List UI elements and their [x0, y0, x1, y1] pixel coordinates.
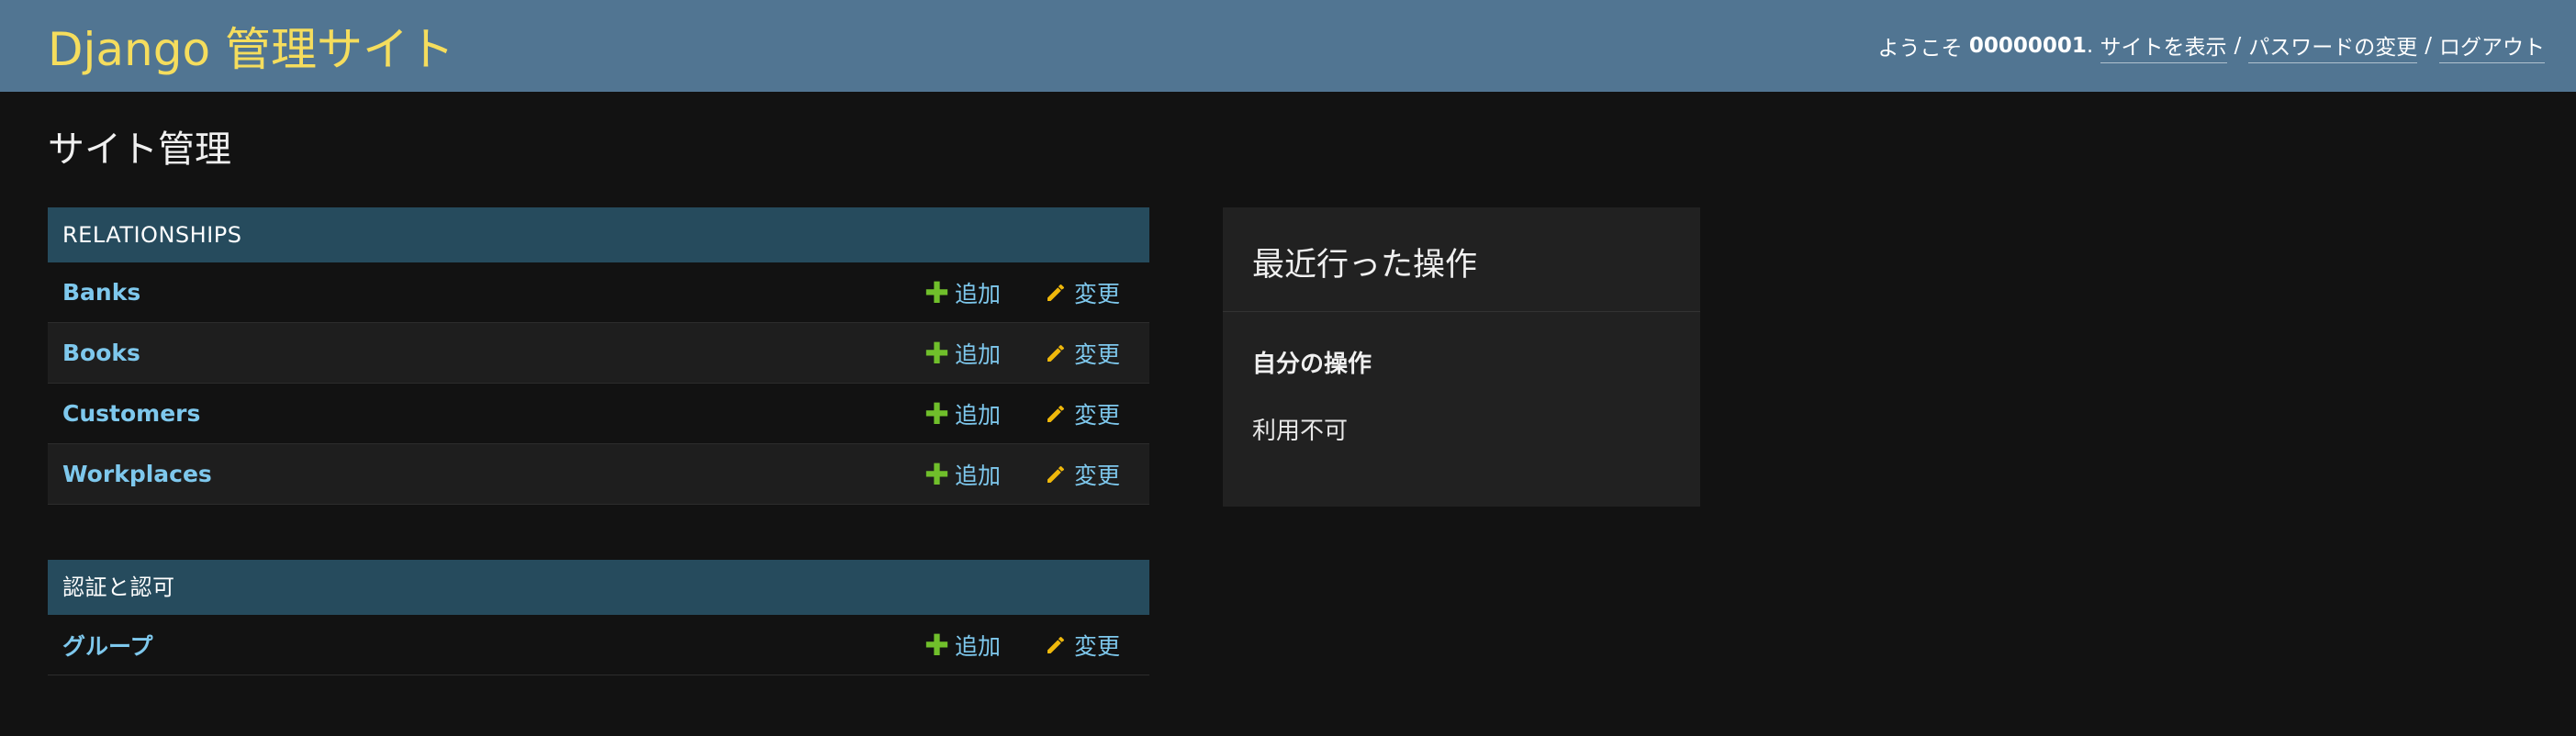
change-button[interactable]: 変更 — [1045, 397, 1120, 430]
add-label: 追加 — [954, 280, 1001, 307]
site-brand[interactable]: Django 管理サイト — [48, 13, 454, 79]
pencil-icon — [1047, 636, 1064, 653]
pencil-icon — [1047, 284, 1064, 301]
separator: / — [2425, 34, 2432, 58]
change-label: 変更 — [1073, 340, 1120, 368]
plus-icon: ✚ — [924, 456, 949, 492]
main-content: サイト管理 RELATIONSHIPS Banks ✚ 追加 変更 Books … — [0, 92, 2576, 730]
add-button[interactable]: ✚ 追加 — [924, 397, 1001, 430]
app-module-relationships: RELATIONSHIPS Banks ✚ 追加 変更 Books ✚ 追加 変… — [48, 207, 1149, 505]
row-actions: ✚ 追加 変更 — [924, 397, 1120, 430]
plus-icon: ✚ — [924, 335, 949, 371]
change-button[interactable]: 変更 — [1045, 629, 1120, 662]
change-password-link[interactable]: パスワードの変更 — [2248, 29, 2418, 63]
logout-link[interactable]: ログアウト — [2439, 29, 2545, 63]
pencil-icon — [1047, 344, 1064, 362]
site-header: Django 管理サイト ようこそ 00000001 . サイトを表示 / パス… — [0, 0, 2576, 92]
my-actions-heading: 自分の操作 — [1252, 351, 1372, 378]
model-link-workplaces[interactable]: Workplaces — [62, 461, 212, 487]
model-link-books[interactable]: Books — [62, 340, 140, 366]
add-label: 追加 — [954, 462, 1001, 489]
pencil-icon — [1047, 465, 1064, 483]
change-button[interactable]: 変更 — [1045, 337, 1120, 370]
page-title: サイト管理 — [48, 128, 231, 171]
app-list: RELATIONSHIPS Banks ✚ 追加 変更 Books ✚ 追加 変… — [48, 207, 1149, 730]
recent-actions-empty: 利用不可 — [1252, 418, 1349, 445]
plus-icon: ✚ — [924, 274, 949, 310]
add-label: 追加 — [954, 632, 1001, 660]
username: 00000001 — [1968, 34, 2087, 58]
change-button[interactable]: 変更 — [1045, 276, 1120, 309]
app-module-auth: 認証と認可 グループ ✚ 追加 変更 — [48, 560, 1149, 675]
change-label: 変更 — [1073, 280, 1120, 307]
add-label: 追加 — [954, 340, 1001, 368]
add-button[interactable]: ✚ 追加 — [924, 337, 1001, 370]
change-label: 変更 — [1073, 401, 1120, 429]
pencil-icon — [1047, 405, 1064, 422]
plus-icon: ✚ — [924, 627, 949, 663]
change-button[interactable]: 変更 — [1045, 458, 1120, 491]
row-actions: ✚ 追加 変更 — [924, 276, 1120, 309]
welcome-text: ようこそ — [1877, 37, 1963, 61]
add-label: 追加 — [954, 401, 1001, 429]
add-button[interactable]: ✚ 追加 — [924, 458, 1001, 491]
plus-icon: ✚ — [924, 396, 949, 431]
welcome-punct: . — [2086, 34, 2094, 58]
model-link-groups[interactable]: グループ — [62, 629, 153, 662]
change-label: 変更 — [1073, 632, 1120, 660]
model-link-customers[interactable]: Customers — [62, 400, 200, 427]
module-caption[interactable]: RELATIONSHIPS — [48, 207, 1149, 262]
view-site-link[interactable]: サイトを表示 — [2100, 29, 2227, 63]
user-tools: ようこそ 00000001 . サイトを表示 / パスワードの変更 / ログアウ… — [1878, 29, 2545, 63]
model-row-customers: Customers ✚ 追加 変更 — [48, 384, 1149, 444]
content-columns: RELATIONSHIPS Banks ✚ 追加 変更 Books ✚ 追加 変… — [48, 207, 2528, 730]
separator: / — [2234, 34, 2242, 58]
recent-actions-panel: 最近行った操作 自分の操作 利用不可 — [1223, 207, 1700, 507]
change-label: 変更 — [1073, 462, 1120, 489]
row-actions: ✚ 追加 変更 — [924, 629, 1120, 662]
model-link-banks[interactable]: Banks — [62, 279, 140, 306]
model-row-groups: グループ ✚ 追加 変更 — [48, 615, 1149, 675]
model-row-books: Books ✚ 追加 変更 — [48, 323, 1149, 384]
model-row-workplaces: Workplaces ✚ 追加 変更 — [48, 444, 1149, 505]
recent-actions-title: 最近行った操作 — [1223, 207, 1700, 312]
row-actions: ✚ 追加 変更 — [924, 337, 1120, 370]
row-actions: ✚ 追加 変更 — [924, 458, 1120, 491]
module-caption[interactable]: 認証と認可 — [48, 560, 1149, 615]
model-row-banks: Banks ✚ 追加 変更 — [48, 262, 1149, 323]
add-button[interactable]: ✚ 追加 — [924, 629, 1001, 662]
add-button[interactable]: ✚ 追加 — [924, 276, 1001, 309]
